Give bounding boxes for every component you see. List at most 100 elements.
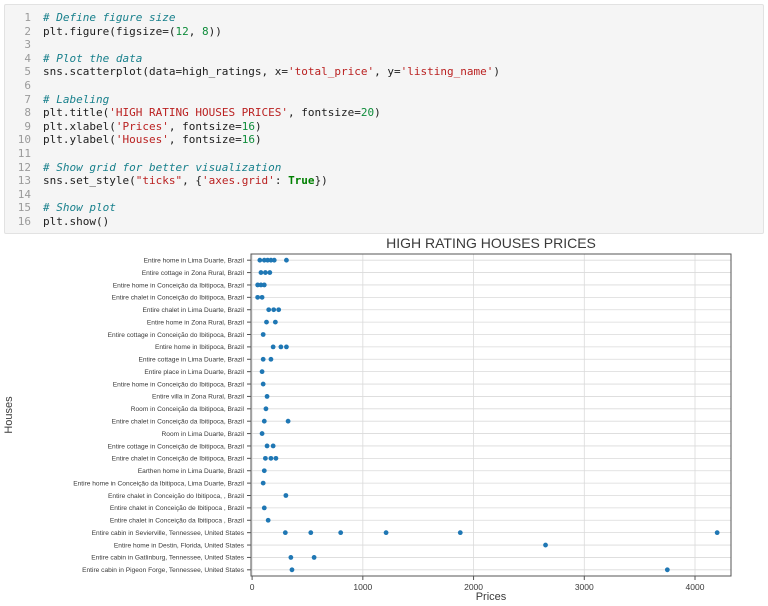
code-token-plain: : [275, 174, 288, 187]
code-token-comment: # Show grid for better visualization [43, 161, 281, 174]
code-line: 9 plt.xlabel('Prices', fontsize=16) [13, 120, 755, 134]
line-number: 5 [13, 65, 31, 79]
line-number: 4 [13, 52, 31, 66]
y-tick-label: Room in Lima Duarte, Brazil [162, 431, 245, 438]
scatter-chart: 01000200030004000Entire home in Lima Dua… [0, 234, 768, 604]
scatter-point [260, 369, 265, 374]
plot-output: 01000200030004000Entire home in Lima Dua… [0, 234, 768, 604]
code-line-content [43, 79, 50, 93]
x-tick-label: 1000 [353, 582, 372, 592]
line-number: 16 [13, 215, 31, 229]
notebook-code-cell[interactable]: 1 # Define figure size 2 plt.figure(figsize… [4, 4, 764, 234]
y-tick-label: Earthen home in Lima Duarte, Brazil [138, 468, 245, 475]
scatter-point [715, 530, 720, 535]
scatter-point [271, 344, 276, 349]
y-tick-label: Entire home in Zona Rural, Brazil [147, 319, 245, 326]
code-line: 7# Labeling [13, 93, 755, 107]
code-line: 8plt.title('HIGH RATING HOUSES PRICES', … [13, 106, 755, 120]
code-token-string: 'axes.grid' [202, 174, 275, 187]
y-tick-label: Entire chalet in Conceição da Ibitipoca,… [112, 418, 245, 425]
line-number: 9 [13, 120, 31, 134]
scatter-point [263, 270, 268, 275]
y-tick-label: Entire chalet in Conceição de Ibitipoca … [110, 505, 245, 512]
code-line: 10plt.ylabel('Houses', fontsize=16) [13, 133, 755, 147]
line-number: 11 [13, 147, 31, 161]
scatter-point [458, 530, 463, 535]
scatter-point [284, 344, 289, 349]
code-line-content: plt.title('HIGH RATING HOUSES PRICES', f… [43, 106, 381, 120]
scatter-point [288, 555, 293, 560]
code-token-comment: # Define figure size [43, 11, 175, 24]
code-line: 12 # Show grid for better visualization [13, 161, 755, 175]
y-tick-label: Entire cottage in Conceição do Ibitipoca… [108, 332, 245, 339]
code-token-plain: ) [255, 120, 262, 133]
y-tick-label: Entire home in Conceição do Ibitipoca, B… [113, 381, 245, 388]
line-number: 6 [13, 79, 31, 93]
code-line: 13sns.set_style("ticks", {'axes.grid': T… [13, 174, 755, 188]
code-token-string: 'Prices' [116, 120, 169, 133]
scatter-point [273, 320, 278, 325]
line-number: 3 [13, 38, 31, 52]
y-tick-label: Entire home in Conceição da Ibitipoca, B… [113, 282, 245, 289]
code-line: 15# Show plot [13, 201, 755, 215]
code-token-plain: , y= [374, 65, 401, 78]
scatter-point [269, 357, 274, 362]
code-token-number: 16 [242, 120, 255, 133]
scatter-point [260, 295, 265, 300]
scatter-point [262, 505, 267, 510]
scatter-point [271, 444, 276, 449]
code-token-number: 8 [202, 25, 209, 38]
code-lines: 1 # Define figure size 2 plt.figure(figsize… [13, 11, 755, 229]
x-tick-label: 4000 [686, 582, 705, 592]
scatter-point [267, 270, 272, 275]
line-number: 2 [13, 25, 31, 39]
code-line-content [43, 38, 50, 52]
line-number: 14 [13, 188, 31, 202]
scatter-point [263, 456, 268, 461]
scatter-point [260, 431, 265, 436]
code-line-content: # Labeling [43, 93, 109, 107]
y-tick-label: Entire home in Conceição da Ibitipoca, L… [73, 480, 244, 487]
scatter-point [266, 307, 271, 312]
code-token-plain: , fontsize= [169, 120, 242, 133]
code-token-plain: , { [182, 174, 202, 187]
code-token-string: "ticks" [136, 174, 182, 187]
code-token-plain: plt.xlabel( [43, 120, 116, 133]
code-token-plain: plt.ylabel( [43, 133, 116, 146]
plot-border [251, 254, 731, 576]
code-line-content: plt.xlabel('Prices', fontsize=16) [43, 120, 262, 134]
code-line-content: plt.figure(figsize=(12, 8)) [43, 25, 222, 39]
code-token-string: 'HIGH RATING HOUSES PRICES' [109, 106, 288, 119]
code-token-plain: sns.scatterplot(data=high_ratings, x= [43, 65, 288, 78]
scatter-point [264, 320, 269, 325]
code-token-plain: sns.set_style( [43, 174, 136, 187]
y-tick-label: Entire chalet in Conceição de Ibitipoca,… [112, 456, 245, 463]
scatter-point [308, 530, 313, 535]
x-axis-label: Prices [476, 591, 507, 603]
code-line: 6 [13, 79, 755, 93]
code-token-comment: # Plot the data [43, 52, 142, 65]
scatter-point [261, 382, 266, 387]
code-line-content: # Show grid for better visualization [43, 161, 281, 175]
code-token-plain: , fontsize= [169, 133, 242, 146]
code-line: 4 # Plot the data [13, 52, 755, 66]
y-tick-label: Entire cottage in Zona Rural, Brazil [142, 270, 245, 277]
y-tick-label: Entire chalet in Conceição do Ibitipoca,… [108, 493, 245, 500]
scatter-point [262, 419, 267, 424]
scatter-point [665, 567, 670, 572]
line-number: 13 [13, 174, 31, 188]
line-number: 12 [13, 161, 31, 175]
y-tick-label: Entire cabin in Gatlinburg, Tennessee, U… [91, 555, 244, 562]
scatter-point [271, 307, 276, 312]
scatter-point [338, 530, 343, 535]
scatter-point [262, 468, 267, 473]
code-token-number: 20 [361, 106, 374, 119]
code-token-plain: ) [255, 133, 262, 146]
code-token-plain: plt.figure(figsize=( [43, 25, 175, 38]
code-token-number: 16 [242, 133, 255, 146]
scatter-point [274, 456, 279, 461]
code-token-plain: plt.title( [43, 106, 109, 119]
line-number: 1 [13, 11, 31, 25]
code-token-string: 'Houses' [116, 133, 169, 146]
code-line-content: # Show plot [43, 201, 116, 215]
